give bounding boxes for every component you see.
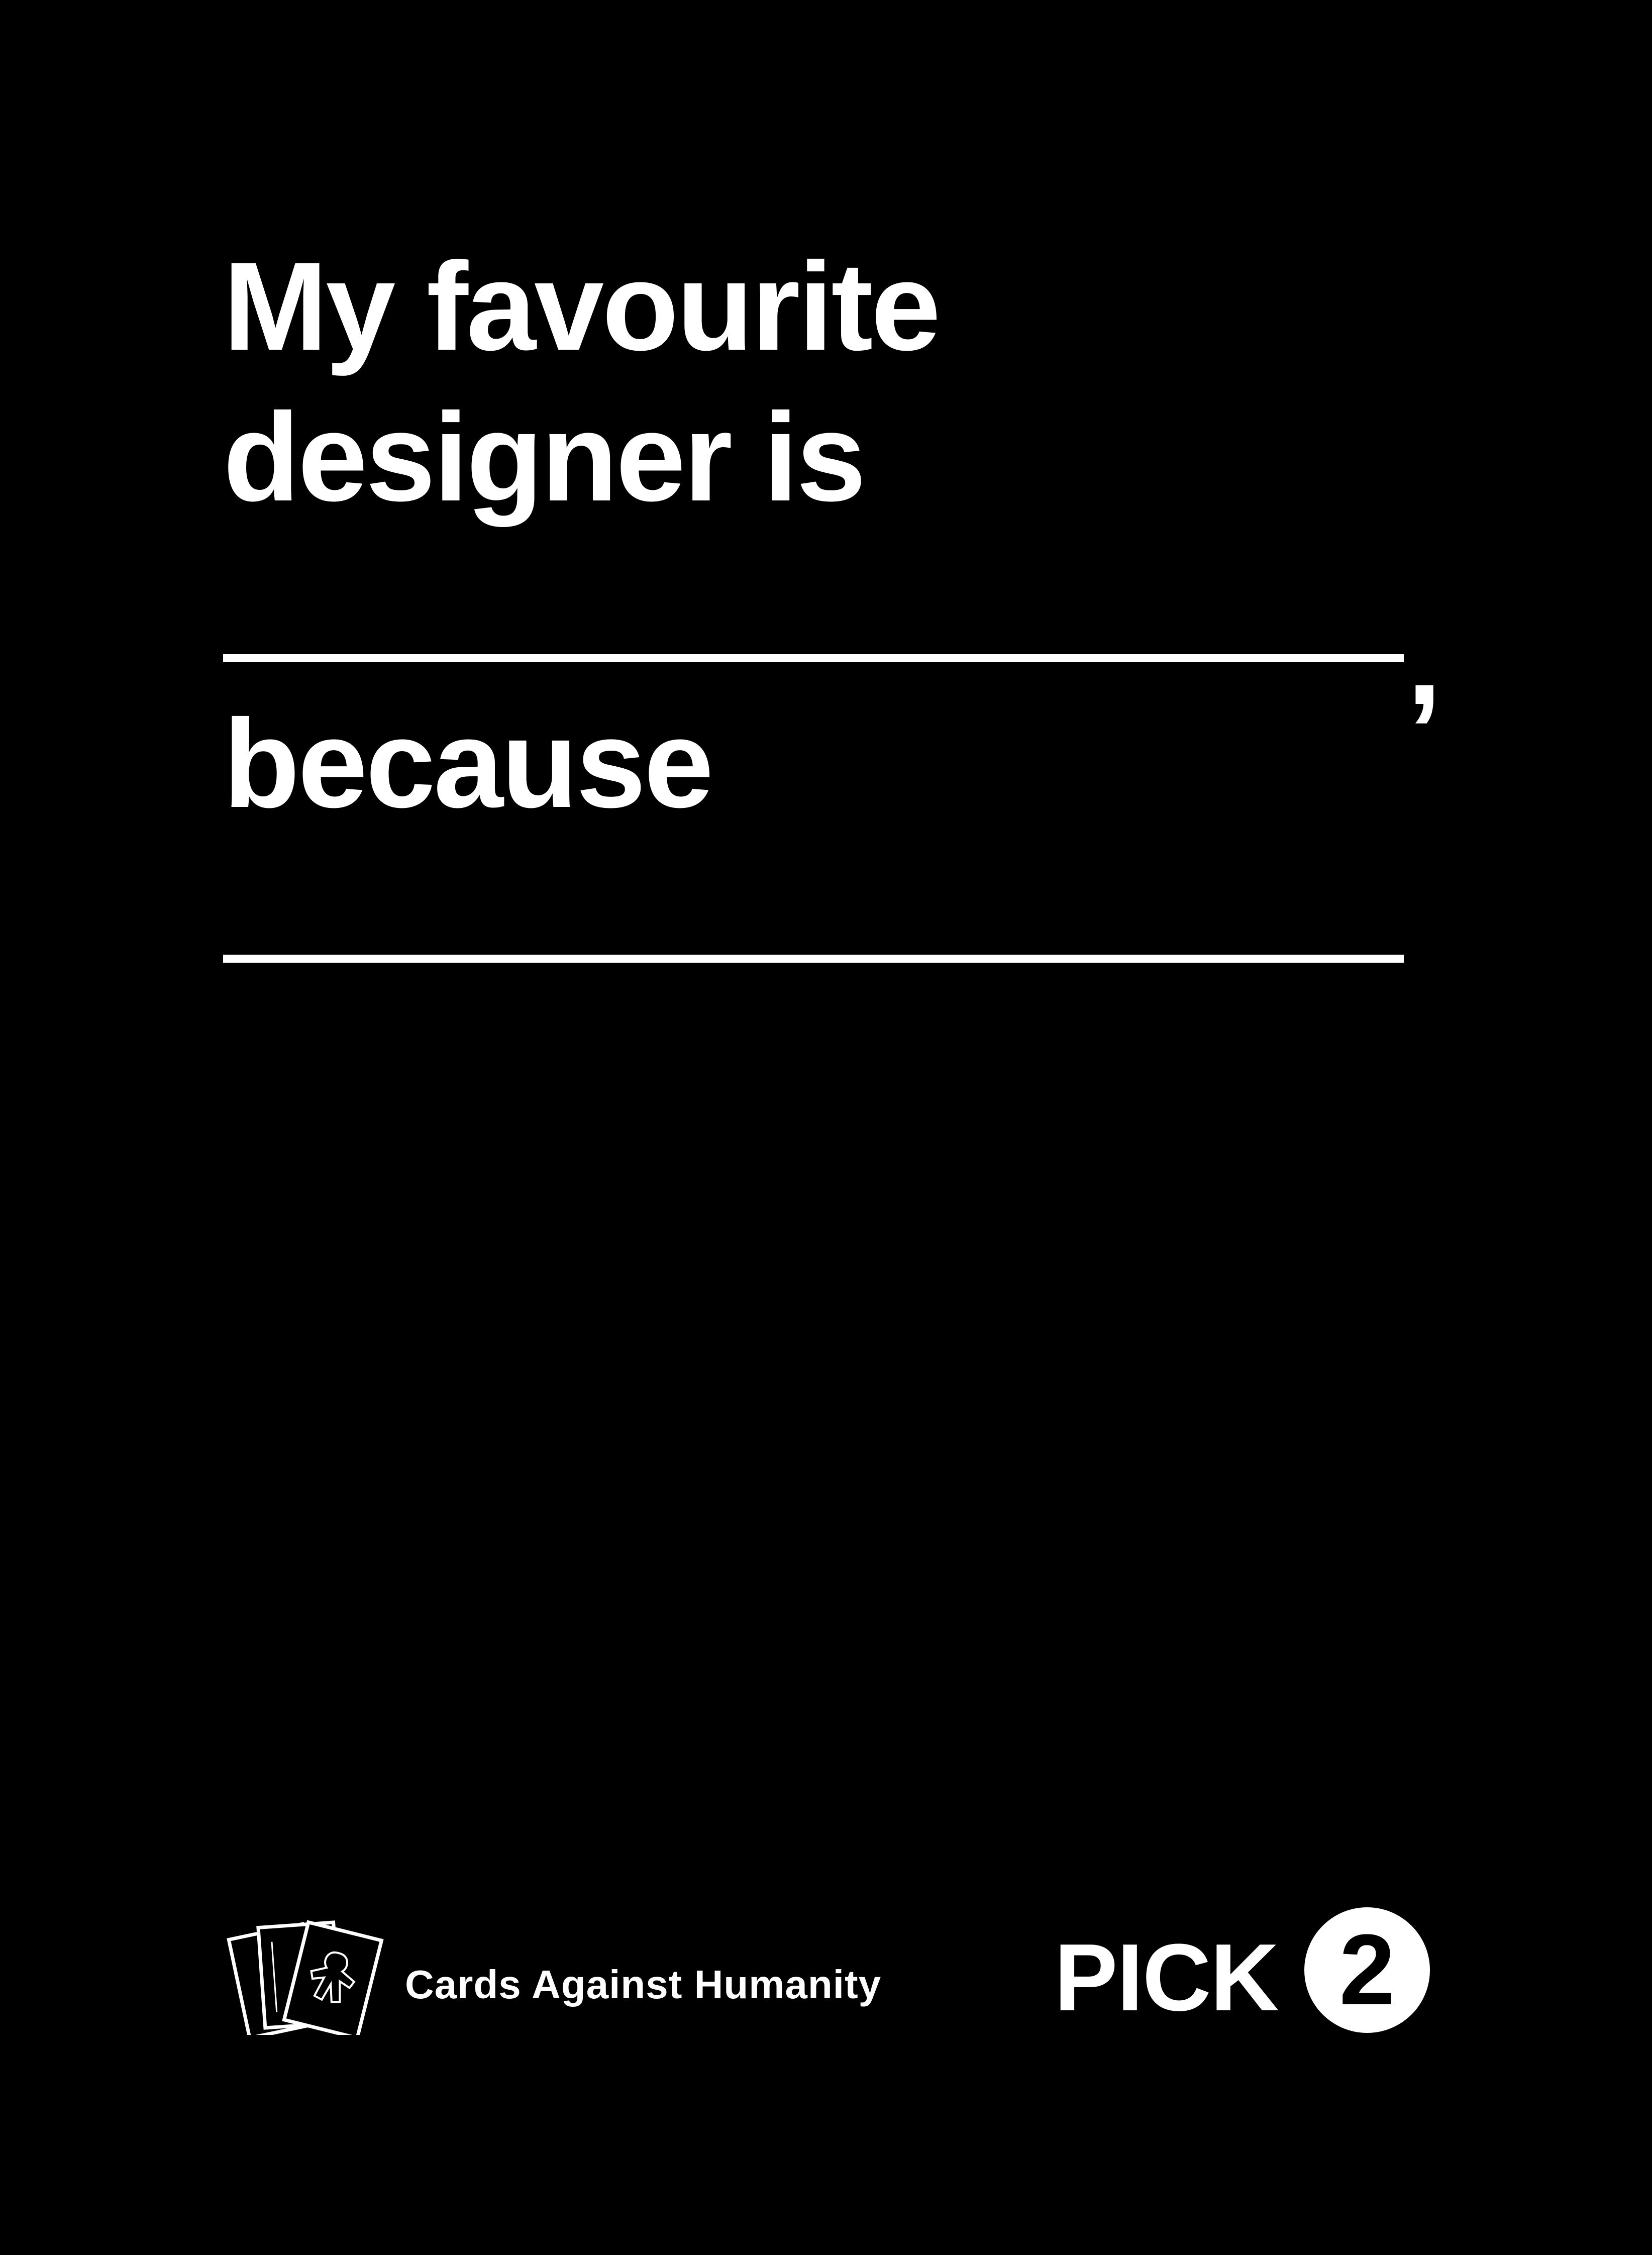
answer-blank-1 — [223, 654, 1404, 662]
stacked-cards-icon — [227, 1920, 384, 2035]
answer-blank-2 — [223, 955, 1404, 963]
prompt-comma: , — [1407, 590, 1442, 731]
prompt-line-2: designer is — [223, 387, 866, 527]
pick-count-badge: 2 — [1304, 1907, 1430, 2033]
black-card: My favourite designer is , because Cards… — [0, 0, 1652, 2255]
prompt-line-3: because — [223, 693, 714, 834]
prompt-line-1: My favourite — [223, 236, 941, 376]
pick-number: 2 — [1339, 1914, 1395, 2026]
pick-label: PICK — [1054, 1924, 1279, 2031]
brand-name: Cards Against Humanity — [405, 1962, 882, 2007]
